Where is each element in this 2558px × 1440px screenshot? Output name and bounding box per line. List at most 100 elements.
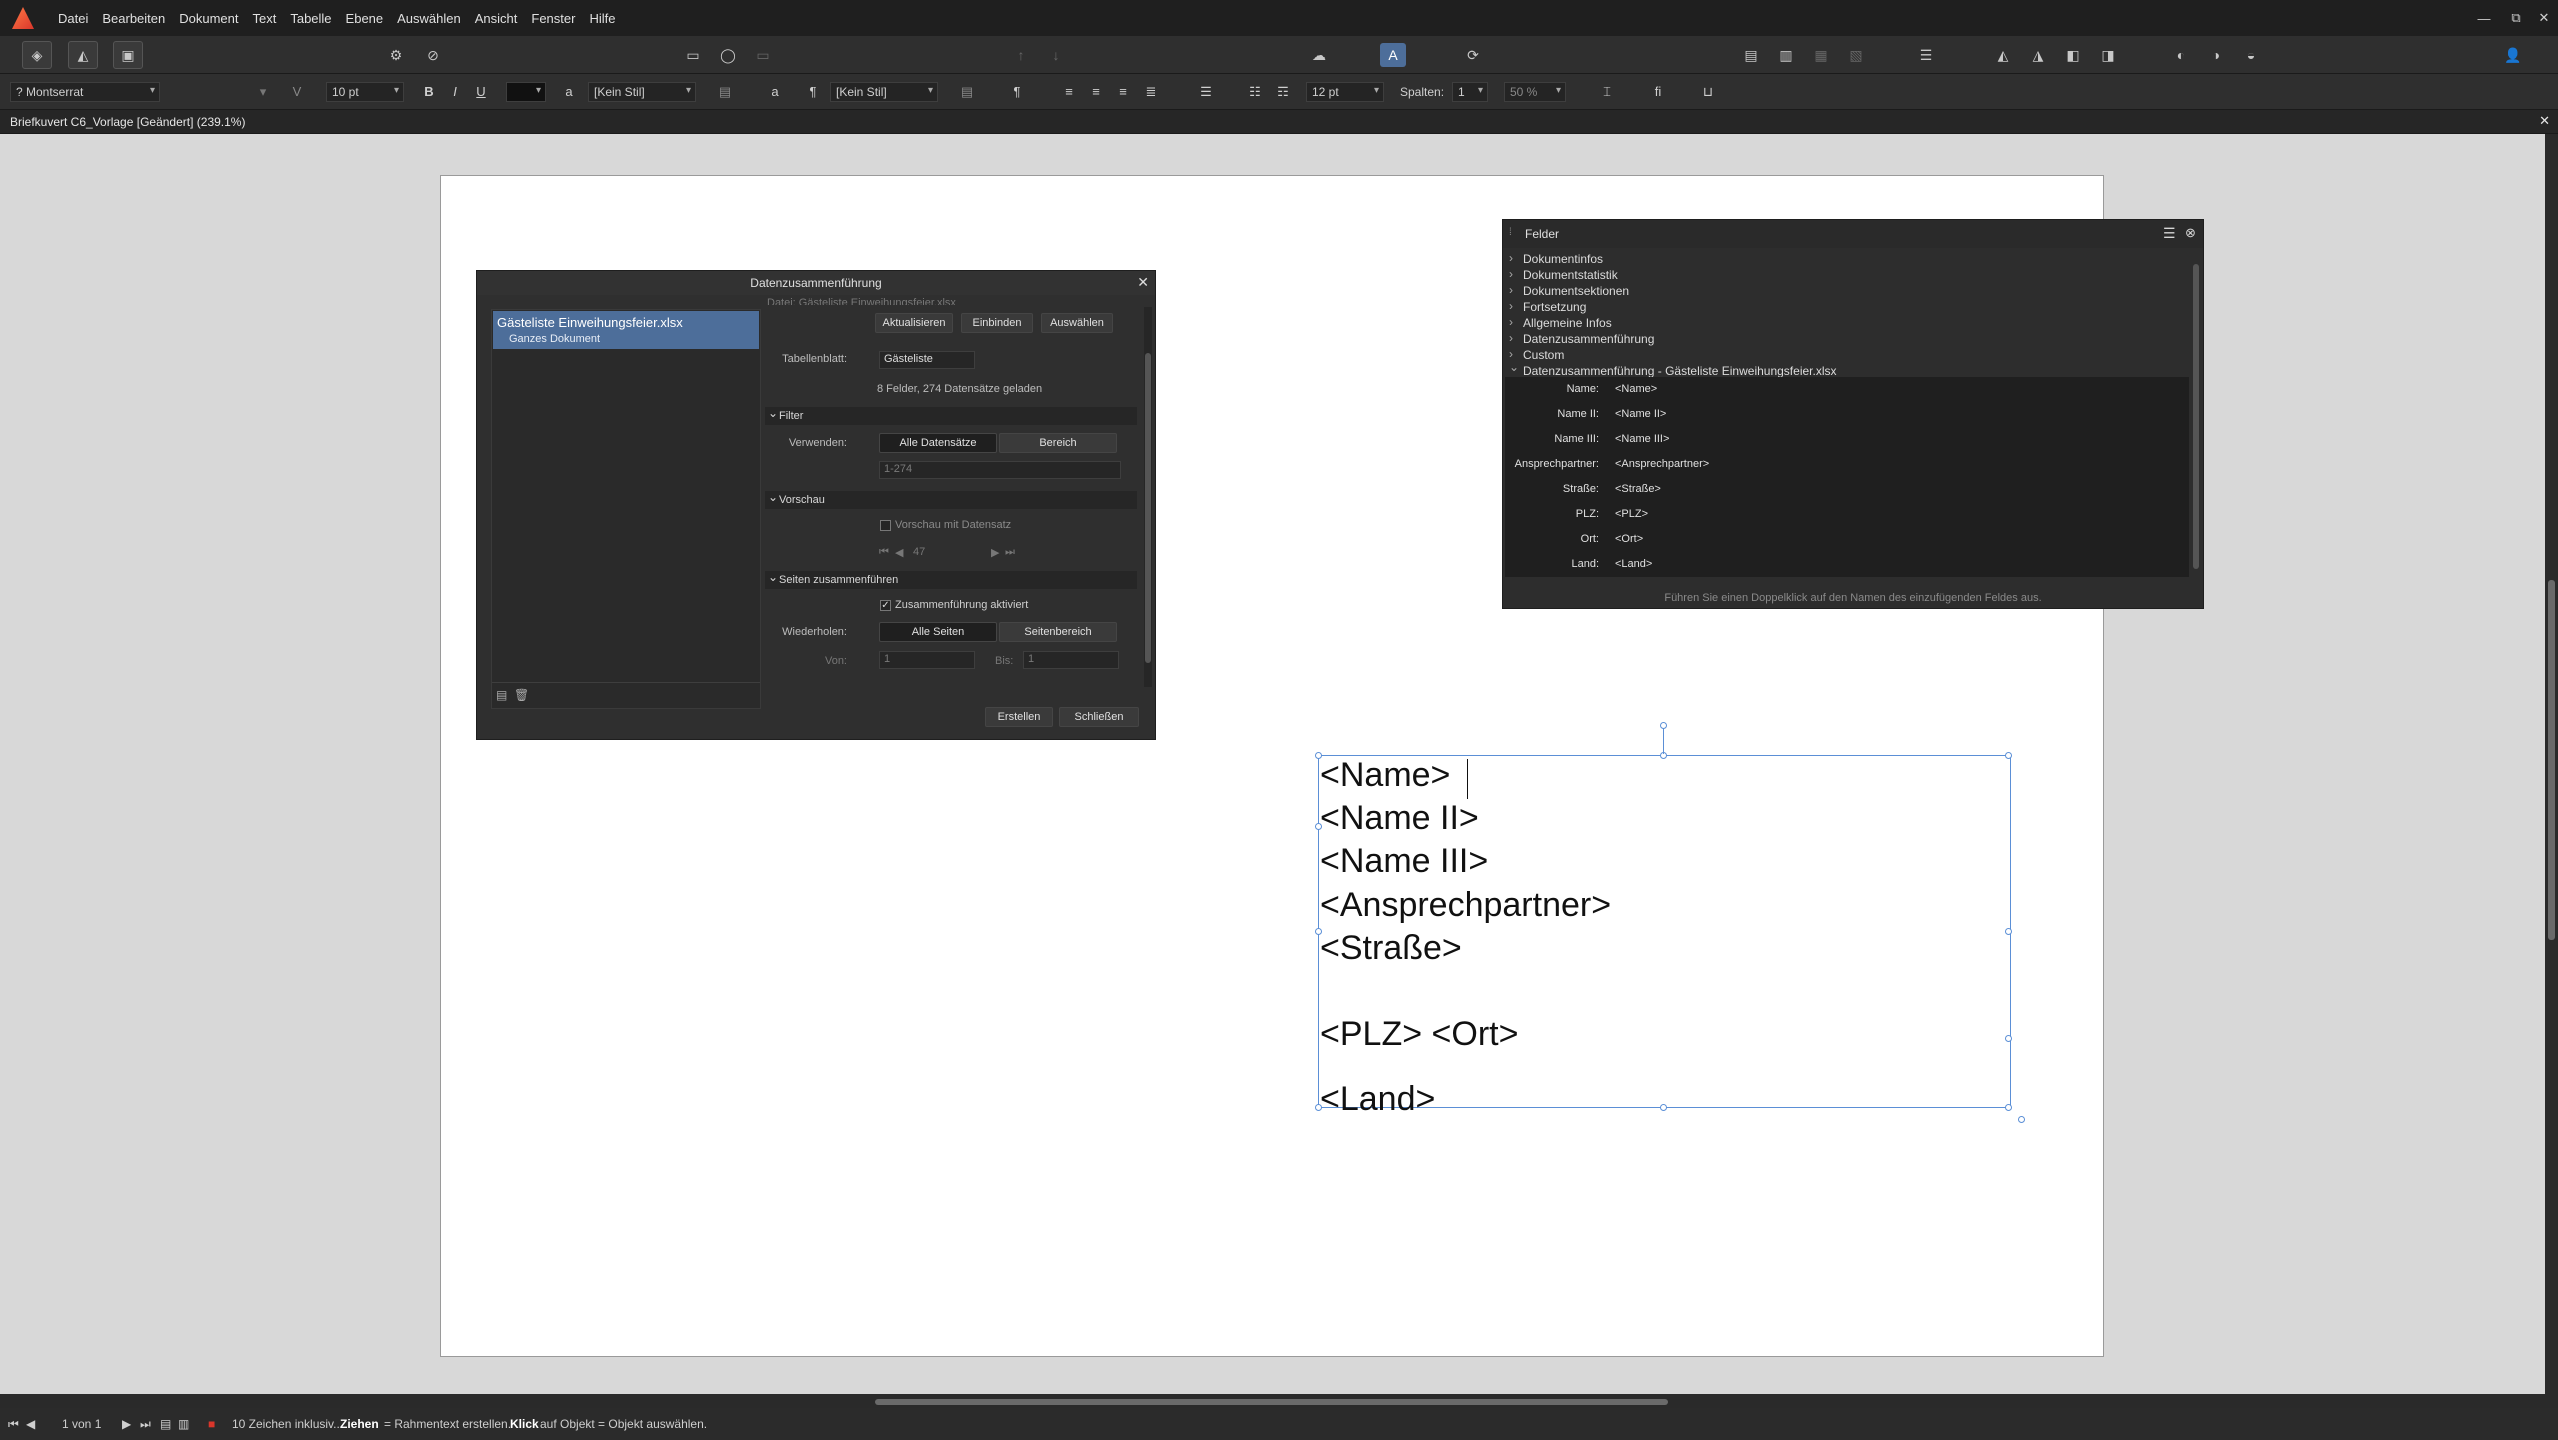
designer-persona-icon[interactable]: ◈ [22,41,52,69]
flip-horizontal-icon[interactable]: ◭ [1990,43,2016,67]
handle-l[interactable] [1315,928,1322,935]
preview-last-icon[interactable]: ⏭ [1005,546,1015,559]
grip-icon[interactable]: ⁞ [1509,227,1512,238]
handle-tl[interactable] [1315,752,1322,759]
text-color-swatch[interactable] [506,82,546,102]
fields-panel-scrollbar[interactable] [2192,250,2200,580]
group-fortsetzung[interactable]: Fortsetzung [1509,299,1586,314]
rotation-handle[interactable] [1660,722,1667,729]
move-forward-icon[interactable]: ▦ [1808,43,1834,67]
text-wrap-icon[interactable]: ⟳ [1460,43,1486,67]
numbered-list-icon[interactable]: ☶ [1272,82,1294,102]
field-value[interactable]: <PLZ> [1615,508,1648,520]
merge-pages-section-header[interactable]: Seiten zusammenführen [765,568,1137,589]
kerning-icon[interactable]: V [286,82,308,102]
preview-prev-icon[interactable]: ◀ [895,546,903,559]
panel-close-icon[interactable]: ⊗ [2185,225,2196,241]
select-button[interactable]: Auswählen [1041,313,1113,333]
user-account-icon[interactable]: 👤 [2500,43,2526,67]
bullet-list-icon[interactable]: ☷ [1244,82,1266,102]
group-allgemeine-infos[interactable]: Allgemeine Infos [1509,315,1612,330]
font-traits-icon[interactable]: ▾ [252,82,274,102]
handle-l2[interactable] [1315,823,1322,830]
move-to-back-icon[interactable]: ▤ [1738,43,1764,67]
ligature-button[interactable]: fi [1647,82,1669,102]
gutter-input[interactable]: 50 % [1504,82,1566,102]
dialog-scrollbar[interactable] [1144,307,1152,687]
source-item[interactable]: Gästeliste Einweihungsfeier.xlsx Ganzes … [493,311,759,349]
group-merge-source[interactable]: Datenzusammenführung - Gästeliste Einwei… [1509,360,1836,378]
group-dokumentsektionen[interactable]: Dokumentsektionen [1509,283,1629,298]
view-mode-preview-icon[interactable]: ▭ [750,43,776,67]
next-page-icon[interactable]: ▶ [122,1417,131,1431]
dialog-close-icon[interactable]: ✕ [1137,274,1149,291]
preview-record-number[interactable]: 47 [913,546,925,558]
group-custom[interactable]: Custom [1509,347,1564,362]
handle-r[interactable] [2005,928,2012,935]
baseline-icon[interactable]: ⊔ [1697,82,1719,102]
paragraph-style-select[interactable]: [Kein Stil] [830,82,938,102]
use-range-button[interactable]: Bereich [999,433,1117,453]
field-value[interactable]: <Land> [1615,558,1652,570]
align-left-icon[interactable]: ≡ [1058,82,1080,102]
boolean-intersect-icon[interactable]: ◒ [2238,43,2264,67]
group-datenzusammenfuehrung[interactable]: Datenzusammenführung [1509,331,1654,346]
show-special-chars-icon[interactable]: ☁ [1306,43,1332,67]
to-input[interactable]: 1 [1023,651,1119,669]
vertical-align-icon[interactable]: ☰ [1195,82,1217,102]
vertical-scroll-thumb[interactable] [2548,580,2555,940]
menu-fenster[interactable]: Fenster [531,11,589,26]
handle-resize[interactable] [2018,1116,2025,1123]
font-family-select[interactable]: ? Montserrat [10,82,160,102]
horizontal-scroll-thumb[interactable] [875,1399,1668,1405]
field-value[interactable]: <Name III> [1615,433,1669,445]
menu-ansicht[interactable]: Ansicht [475,11,532,26]
menu-hilfe[interactable]: Hilfe [589,11,629,26]
align-icon[interactable]: ☰ [1913,43,1939,67]
character-style-select[interactable]: [Kein Stil] [588,82,696,102]
char-style-a-icon[interactable]: a [764,82,786,102]
create-button[interactable]: Erstellen [985,707,1053,727]
group-dokumentinfos[interactable]: Dokumentinfos [1509,251,1603,266]
from-input[interactable]: 1 [879,651,975,669]
view-mode-bleed-icon[interactable]: ◯ [715,43,741,67]
preferences-gear-icon[interactable]: ⚙ [383,43,409,67]
pilcrow-icon[interactable]: ¶ [1006,82,1028,102]
fields-panel-header[interactable]: ⁞ Felder ☰ ⊗ [1503,220,2203,248]
panel-menu-icon[interactable]: ☰ [2163,225,2176,242]
prev-page-icon[interactable]: ◀ [26,1417,35,1431]
source-list[interactable]: Gästeliste Einweihungsfeier.xlsx Ganzes … [491,309,761,709]
preflight-icon[interactable]: ■ [208,1417,215,1431]
first-page-icon[interactable]: ⏮ [8,1417,19,1432]
menu-ebene[interactable]: Ebene [346,11,398,26]
menu-dokument[interactable]: Dokument [179,11,252,26]
document-tab[interactable]: Briefkuvert C6_Vorlage [Geändert] (239.1… [0,110,2558,134]
boolean-add-icon[interactable]: ◐ [2168,43,2194,67]
repeat-page-range-button[interactable]: Seitenbereich [999,622,1117,642]
preview-first-icon[interactable]: ⏮ [879,546,889,559]
merge-enabled-checkbox[interactable]: ✓ [880,600,891,611]
arrow-up-icon[interactable]: ↑ [1008,43,1034,67]
columns-input[interactable]: 1 [1452,82,1488,102]
update-button[interactable]: Aktualisieren [875,313,953,333]
handle-br[interactable] [2005,1104,2012,1111]
sheet-select[interactable]: Gästeliste [879,351,975,369]
delete-source-icon[interactable]: 🗑 [514,688,529,702]
bold-button[interactable]: B [418,82,440,102]
field-value[interactable]: <Ort> [1615,533,1643,545]
handle-b[interactable] [1660,1104,1667,1111]
italic-button[interactable]: I [444,82,466,102]
menu-datei[interactable]: Datei [58,11,102,26]
close-dialog-button[interactable]: Schließen [1059,707,1139,727]
filter-section-header[interactable]: Filter [765,404,1137,425]
snapping-icon[interactable]: ⊘ [420,43,446,67]
page-indicator[interactable]: 1 von 1 [62,1417,101,1431]
publisher-persona-icon[interactable]: ▣ [113,41,143,69]
align-center-icon[interactable]: ≡ [1085,82,1107,102]
restore-button[interactable]: ⧉ [2502,0,2530,36]
leading-select[interactable]: 12 pt [1306,82,1384,102]
page-view-icon[interactable]: ▤ [160,1417,171,1431]
field-value[interactable]: <Ansprechpartner> [1615,458,1709,470]
font-size-select[interactable]: 10 pt [326,82,404,102]
use-all-records-button[interactable]: Alle Datensätze [879,433,997,453]
